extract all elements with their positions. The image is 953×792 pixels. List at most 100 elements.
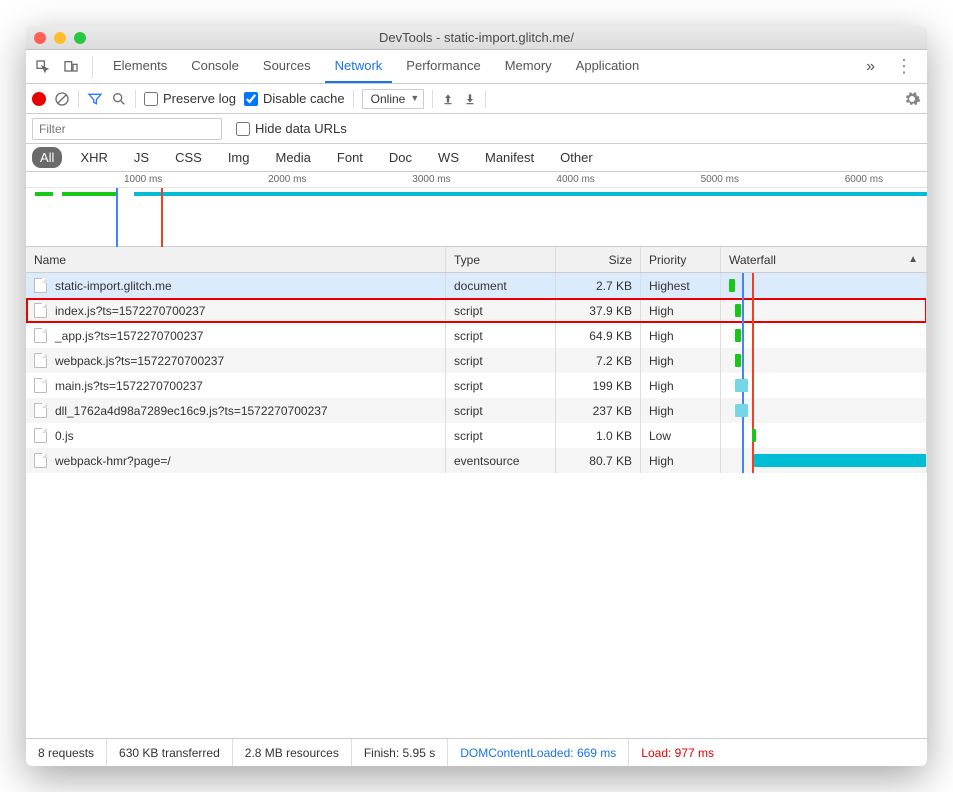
request-name: index.js?ts=1572270700237 — [55, 304, 205, 318]
waterfall-cell — [721, 323, 927, 348]
filter-font[interactable]: Font — [329, 147, 371, 168]
status-transferred: 630 KB transferred — [107, 739, 233, 766]
filter-all[interactable]: All — [32, 147, 62, 168]
request-name: static-import.glitch.me — [55, 279, 172, 293]
request-priority: High — [641, 373, 721, 398]
timeline-tick: 6000 ms — [845, 174, 883, 185]
preserve-log-checkbox[interactable]: Preserve log — [144, 91, 236, 106]
tab-elements[interactable]: Elements — [103, 50, 177, 83]
table-row[interactable]: index.js?ts=1572270700237script37.9 KBHi… — [26, 298, 927, 323]
file-icon — [34, 328, 47, 343]
table-row[interactable]: main.js?ts=1572270700237script199 KBHigh — [26, 373, 927, 398]
status-bar: 8 requests 630 KB transferred 2.8 MB res… — [26, 738, 927, 766]
download-icon[interactable] — [463, 92, 477, 106]
status-load: Load: 977 ms — [629, 739, 726, 766]
status-finish: Finish: 5.95 s — [352, 739, 448, 766]
table-row[interactable]: _app.js?ts=1572270700237script64.9 KBHig… — [26, 323, 927, 348]
filter-other[interactable]: Other — [552, 147, 601, 168]
request-priority: High — [641, 348, 721, 373]
hide-data-urls-checkbox[interactable]: Hide data URLs — [236, 121, 347, 136]
search-icon[interactable] — [111, 91, 127, 107]
request-size: 37.9 KB — [556, 298, 641, 323]
request-name: 0.js — [55, 429, 74, 443]
device-toolbar-icon[interactable] — [60, 56, 82, 78]
settings-icon[interactable] — [903, 90, 921, 108]
request-size: 2.7 KB — [556, 273, 641, 298]
file-icon — [34, 453, 47, 468]
file-icon — [34, 353, 47, 368]
hide-data-urls-label: Hide data URLs — [255, 121, 347, 136]
col-priority[interactable]: Priority — [641, 247, 721, 272]
request-priority: Low — [641, 423, 721, 448]
filter-bar: Hide data URLs — [26, 114, 927, 144]
filter-img[interactable]: Img — [220, 147, 258, 168]
request-priority: High — [641, 298, 721, 323]
titlebar: DevTools - static-import.glitch.me/ — [26, 26, 927, 50]
record-button[interactable] — [32, 92, 46, 106]
status-resources: 2.8 MB resources — [233, 739, 352, 766]
col-name[interactable]: Name — [26, 247, 446, 272]
filter-js[interactable]: JS — [126, 147, 157, 168]
more-tabs-icon[interactable]: » — [856, 58, 885, 76]
request-size: 64.9 KB — [556, 323, 641, 348]
filter-xhr[interactable]: XHR — [72, 147, 115, 168]
timeline-tick: 3000 ms — [412, 174, 450, 185]
file-icon — [34, 378, 47, 393]
main-tabs: ElementsConsoleSourcesNetworkPerformance… — [26, 50, 927, 84]
request-size: 199 KB — [556, 373, 641, 398]
window-title: DevTools - static-import.glitch.me/ — [26, 30, 927, 45]
file-icon — [34, 428, 47, 443]
waterfall-cell — [721, 348, 927, 373]
waterfall-cell — [721, 448, 927, 473]
request-type: script — [446, 423, 556, 448]
inspect-element-icon[interactable] — [32, 56, 54, 78]
waterfall-cell — [721, 398, 927, 423]
table-row[interactable]: webpack-hmr?page=/eventsource80.7 KBHigh — [26, 448, 927, 473]
file-icon — [34, 303, 47, 318]
filter-manifest[interactable]: Manifest — [477, 147, 542, 168]
tab-sources[interactable]: Sources — [253, 50, 321, 83]
timeline-tick: 1000 ms — [124, 174, 162, 185]
waterfall-cell — [721, 423, 927, 448]
request-size: 80.7 KB — [556, 448, 641, 473]
filter-input[interactable] — [32, 118, 222, 140]
request-priority: Highest — [641, 273, 721, 298]
tab-network[interactable]: Network — [325, 50, 393, 83]
timeline-tick: 5000 ms — [701, 174, 739, 185]
filter-doc[interactable]: Doc — [381, 147, 420, 168]
tab-memory[interactable]: Memory — [495, 50, 562, 83]
request-table: static-import.glitch.medocument2.7 KBHig… — [26, 273, 927, 738]
filter-css[interactable]: CSS — [167, 147, 210, 168]
filter-ws[interactable]: WS — [430, 147, 467, 168]
status-requests: 8 requests — [26, 739, 107, 766]
timeline-tick: 2000 ms — [268, 174, 306, 185]
kebab-menu-icon[interactable]: ⋮ — [887, 56, 921, 77]
clear-button[interactable] — [54, 91, 70, 107]
request-name: dll_1762a4d98a7289ec16c9.js?ts=157227070… — [55, 404, 328, 418]
waterfall-cell — [721, 298, 927, 323]
request-name: webpack-hmr?page=/ — [55, 454, 171, 468]
request-size: 1.0 KB — [556, 423, 641, 448]
filter-icon[interactable] — [87, 91, 103, 107]
filter-media[interactable]: Media — [267, 147, 318, 168]
col-waterfall[interactable]: Waterfall▲ — [721, 247, 927, 272]
table-header[interactable]: Name Type Size Priority Waterfall▲ — [26, 247, 927, 273]
file-icon — [34, 278, 47, 293]
col-size[interactable]: Size — [556, 247, 641, 272]
throttle-select[interactable]: Online — [362, 89, 425, 109]
upload-icon[interactable] — [441, 92, 455, 106]
timeline-overview[interactable]: 1000 ms2000 ms3000 ms4000 ms5000 ms6000 … — [26, 172, 927, 247]
table-row[interactable]: dll_1762a4d98a7289ec16c9.js?ts=157227070… — [26, 398, 927, 423]
request-type: script — [446, 323, 556, 348]
request-name: main.js?ts=1572270700237 — [55, 379, 203, 393]
request-name: webpack.js?ts=1572270700237 — [55, 354, 224, 368]
table-row[interactable]: static-import.glitch.me document2.7 KBHig… — [26, 273, 927, 298]
table-row[interactable]: webpack.js?ts=1572270700237script7.2 KBH… — [26, 348, 927, 373]
disable-cache-checkbox[interactable]: Disable cache — [244, 91, 345, 106]
request-type: document — [446, 273, 556, 298]
tab-console[interactable]: Console — [181, 50, 249, 83]
tab-application[interactable]: Application — [566, 50, 650, 83]
col-type[interactable]: Type — [446, 247, 556, 272]
table-row[interactable]: 0.js script1.0 KBLow — [26, 423, 927, 448]
tab-performance[interactable]: Performance — [396, 50, 490, 83]
